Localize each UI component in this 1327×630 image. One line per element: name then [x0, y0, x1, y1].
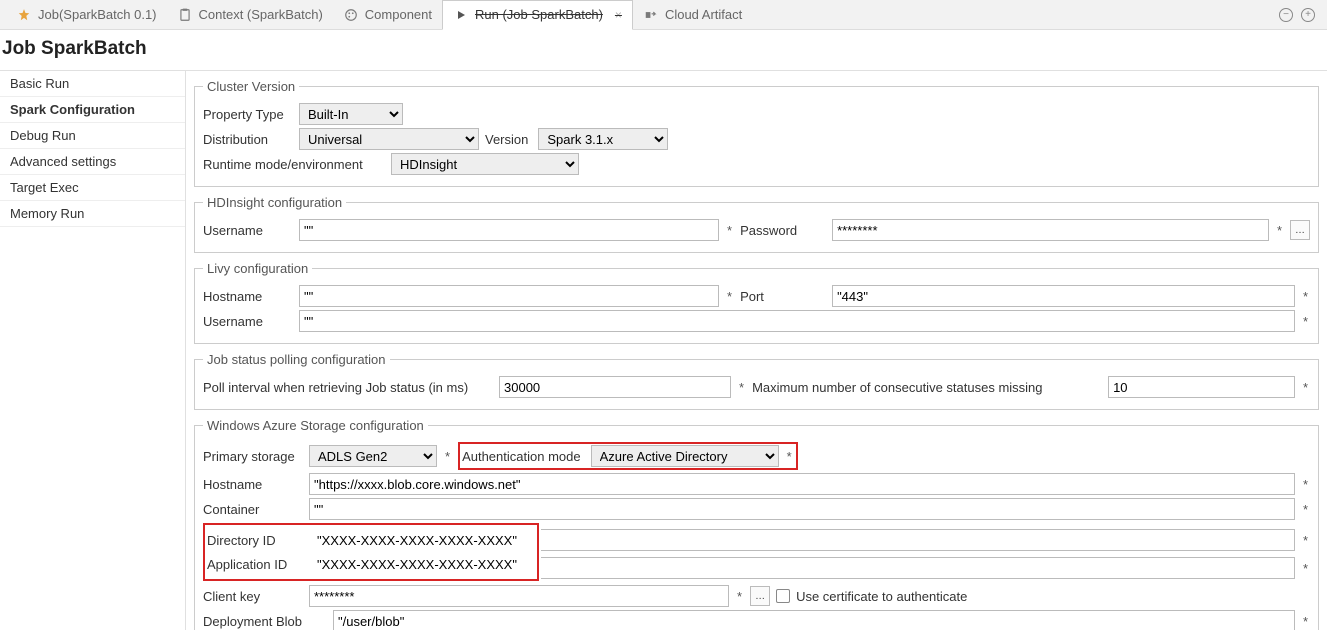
- primary-storage-label: Primary storage: [203, 449, 303, 464]
- auth-mode-highlight: Authentication mode Azure Active Directo…: [458, 442, 798, 470]
- tab-run[interactable]: Run (Job SparkBatch) ×: [442, 0, 633, 30]
- editor-tabbar: Job(SparkBatch 0.1) Context (SparkBatch)…: [0, 0, 1327, 30]
- required-marker: *: [1301, 314, 1310, 329]
- distribution-select[interactable]: Universal: [299, 128, 479, 150]
- close-icon[interactable]: ×: [615, 8, 622, 22]
- distribution-label: Distribution: [203, 132, 293, 147]
- hdi-password-input[interactable]: [832, 219, 1269, 241]
- polling-group: Job status polling configuration Poll in…: [194, 352, 1319, 410]
- group-legend: Job status polling configuration: [203, 352, 390, 367]
- ids-highlight: Directory ID Application ID: [203, 523, 539, 581]
- star-icon: [16, 7, 32, 23]
- group-legend: HDInsight configuration: [203, 195, 346, 210]
- required-marker: *: [1301, 502, 1310, 517]
- required-marker: *: [443, 449, 452, 464]
- required-marker: *: [1275, 223, 1284, 238]
- maximize-icon[interactable]: +: [1301, 8, 1315, 22]
- tab-cloud-artifact[interactable]: Cloud Artifact: [633, 0, 752, 30]
- livy-hostname-input[interactable]: [299, 285, 719, 307]
- livy-hostname-label: Hostname: [203, 289, 293, 304]
- group-legend: Windows Azure Storage configuration: [203, 418, 428, 433]
- required-marker: *: [1301, 561, 1310, 576]
- group-legend: Livy configuration: [203, 261, 312, 276]
- livy-port-input[interactable]: [832, 285, 1295, 307]
- required-marker: *: [735, 589, 744, 604]
- property-type-label: Property Type: [203, 107, 293, 122]
- tab-label: Run (Job SparkBatch): [475, 7, 603, 22]
- application-id-label: Application ID: [207, 557, 307, 572]
- sidebar-item-target-exec[interactable]: Target Exec: [0, 175, 185, 201]
- config-content: Cluster Version Property Type Built-In D…: [186, 71, 1327, 630]
- sidebar-item-advanced[interactable]: Advanced settings: [0, 149, 185, 175]
- required-marker: *: [737, 380, 746, 395]
- client-key-label: Client key: [203, 589, 303, 604]
- storage-hostname-label: Hostname: [203, 477, 303, 492]
- page-title: Job SparkBatch: [0, 30, 1327, 70]
- version-select[interactable]: Spark 3.1.x: [538, 128, 668, 150]
- max-statuses-label: Maximum number of consecutive statuses m…: [752, 380, 1102, 395]
- application-id-input-left[interactable]: [313, 553, 529, 575]
- client-key-more-button[interactable]: …: [750, 586, 770, 606]
- hdi-username-input[interactable]: [299, 219, 719, 241]
- hdinsight-group: HDInsight configuration Username * Passw…: [194, 195, 1319, 253]
- max-statuses-input[interactable]: [1108, 376, 1295, 398]
- group-legend: Cluster Version: [203, 79, 299, 94]
- required-marker: *: [1301, 289, 1310, 304]
- azure-storage-group: Windows Azure Storage configuration Prim…: [194, 418, 1319, 630]
- poll-interval-input[interactable]: [499, 376, 731, 398]
- directory-id-input[interactable]: [541, 529, 1295, 551]
- tab-component[interactable]: Component: [333, 0, 442, 30]
- poll-interval-label: Poll interval when retrieving Job status…: [203, 380, 493, 395]
- tab-label: Component: [365, 7, 432, 22]
- directory-id-label: Directory ID: [207, 533, 307, 548]
- play-icon: [453, 7, 469, 23]
- use-cert-checkbox[interactable]: [776, 589, 790, 603]
- version-label: Version: [485, 132, 532, 147]
- primary-storage-select[interactable]: ADLS Gen2: [309, 445, 437, 467]
- required-marker: *: [785, 449, 794, 464]
- tab-label: Cloud Artifact: [665, 7, 742, 22]
- runtime-label: Runtime mode/environment: [203, 157, 385, 172]
- livy-username-input[interactable]: [299, 310, 1295, 332]
- sidebar-item-memory-run[interactable]: Memory Run: [0, 201, 185, 227]
- client-key-input[interactable]: [309, 585, 729, 607]
- livy-username-label: Username: [203, 314, 293, 329]
- directory-id-input-left[interactable]: [313, 529, 529, 551]
- password-more-button[interactable]: …: [1290, 220, 1310, 240]
- sidebar-item-spark-config[interactable]: Spark Configuration: [0, 97, 185, 123]
- tab-label: Job(SparkBatch 0.1): [38, 7, 157, 22]
- deploy-blob-label: Deployment Blob: [203, 614, 327, 629]
- sidebar-item-debug-run[interactable]: Debug Run: [0, 123, 185, 149]
- tab-context[interactable]: Context (SparkBatch): [167, 0, 333, 30]
- deploy-blob-input[interactable]: [333, 610, 1295, 630]
- container-label: Container: [203, 502, 303, 517]
- application-id-input[interactable]: [541, 557, 1295, 579]
- tab-job[interactable]: Job(SparkBatch 0.1): [6, 0, 167, 30]
- required-marker: *: [1301, 477, 1310, 492]
- livy-port-label: Port: [740, 289, 826, 304]
- livy-group: Livy configuration Hostname * Port * Use…: [194, 261, 1319, 344]
- cloud-icon: [643, 7, 659, 23]
- clipboard-icon: [177, 7, 193, 23]
- storage-hostname-input[interactable]: [309, 473, 1295, 495]
- tab-label: Context (SparkBatch): [199, 7, 323, 22]
- container-input[interactable]: [309, 498, 1295, 520]
- auth-mode-select[interactable]: Azure Active Directory: [591, 445, 779, 467]
- auth-mode-label: Authentication mode: [462, 449, 585, 464]
- palette-icon: [343, 7, 359, 23]
- hdi-username-label: Username: [203, 223, 293, 238]
- required-marker: *: [725, 289, 734, 304]
- cluster-version-group: Cluster Version Property Type Built-In D…: [194, 79, 1319, 187]
- required-marker: *: [725, 223, 734, 238]
- config-sidebar: Basic Run Spark Configuration Debug Run …: [0, 71, 186, 630]
- minimize-icon[interactable]: −: [1279, 8, 1293, 22]
- required-marker: *: [1301, 614, 1310, 629]
- property-type-select[interactable]: Built-In: [299, 103, 403, 125]
- use-cert-label: Use certificate to authenticate: [796, 589, 971, 604]
- hdi-password-label: Password: [740, 223, 826, 238]
- runtime-select[interactable]: HDInsight: [391, 153, 579, 175]
- required-marker: *: [1301, 533, 1310, 548]
- required-marker: *: [1301, 380, 1310, 395]
- sidebar-item-basic-run[interactable]: Basic Run: [0, 71, 185, 97]
